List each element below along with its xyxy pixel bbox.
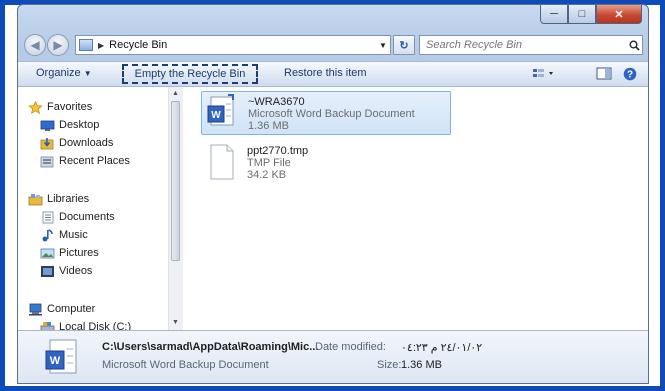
organize-button[interactable]: Organize ▼	[36, 67, 92, 79]
file-list: W ~WRA3670 Microsoft Word Backup Documen…	[183, 87, 648, 330]
search-icon[interactable]	[626, 40, 642, 51]
close-button[interactable]: ✕	[596, 5, 642, 24]
organize-label: Organize	[36, 67, 81, 79]
details-type: Microsoft Word Backup Document	[102, 359, 269, 371]
details-size-label: Size:	[377, 359, 402, 371]
caption-buttons: ─ □ ✕	[540, 5, 642, 24]
change-view-button[interactable]	[532, 67, 556, 84]
navigation-scrollbar[interactable]: ▲ ▼	[168, 87, 183, 330]
nav-music[interactable]: Music	[40, 227, 88, 243]
file-item-ppt2770[interactable]: ppt2770.tmp TMP File 34.2 KB	[201, 141, 451, 185]
star-icon	[28, 100, 43, 114]
libraries-icon	[28, 193, 43, 205]
nav-computer-label: Computer	[47, 303, 96, 315]
file-type: TMP File	[247, 157, 291, 169]
nav-computer[interactable]: Computer	[28, 301, 95, 317]
scrollbar-thumb[interactable]	[171, 101, 180, 261]
recent-places-icon	[40, 156, 54, 167]
nav-music-label: Music	[59, 229, 88, 241]
word-backup-file-icon: W	[207, 94, 234, 126]
scroll-down-icon[interactable]: ▼	[172, 319, 179, 326]
search-input[interactable]	[420, 38, 626, 52]
explorer-window: ─ □ ✕ ◀ ▶ ▶ Recycle Bin ▼ ↻ Organize ▼ E…	[17, 4, 649, 384]
nav-pictures-label: Pictures	[59, 247, 99, 259]
view-options-icon	[533, 69, 553, 77]
nav-desktop-label: Desktop	[59, 119, 100, 131]
maximize-icon: □	[578, 8, 586, 20]
address-row: ◀ ▶ ▶ Recycle Bin ▼ ↻	[18, 31, 648, 59]
nav-recent-places-label: Recent Places	[59, 155, 130, 167]
downloads-icon	[40, 137, 54, 149]
empty-recycle-bin-button[interactable]: Empty the Recycle Bin	[122, 64, 258, 84]
nav-videos-label: Videos	[59, 265, 93, 277]
documents-icon	[42, 211, 54, 223]
computer-icon	[29, 303, 42, 315]
pictures-icon	[40, 248, 55, 258]
minimize-button[interactable]: ─	[540, 5, 568, 24]
nav-desktop[interactable]: Desktop	[40, 117, 99, 133]
recycle-bin-small-icon	[79, 39, 93, 51]
preview-pane-button[interactable]	[596, 67, 612, 84]
forward-arrow-icon: ▶	[53, 38, 63, 52]
tmp-file-icon	[210, 144, 234, 180]
nav-favorites-label: Favorites	[47, 101, 93, 113]
file-type: Microsoft Word Backup Document	[248, 108, 415, 120]
nav-videos[interactable]: Videos	[40, 263, 92, 279]
svg-text:W: W	[50, 355, 61, 367]
forward-button[interactable]: ▶	[47, 34, 69, 56]
restore-item-button[interactable]: Restore this item	[284, 67, 367, 79]
address-bar[interactable]: ▶ Recycle Bin ▼	[75, 35, 391, 55]
chevron-down-icon: ▼	[83, 69, 92, 78]
nav-downloads[interactable]: Downloads	[40, 135, 113, 151]
file-item-wra3670[interactable]: W ~WRA3670 Microsoft Word Backup Documen…	[201, 91, 451, 135]
nav-documents-label: Documents	[59, 211, 115, 223]
details-file-icon: W	[45, 339, 77, 374]
details-path: C:\Users\sarmad\AppData\Roaming\Mic...	[102, 341, 319, 353]
back-button[interactable]: ◀	[24, 34, 46, 56]
navigation-pane: Favorites Desktop Downloads Recent Place…	[18, 87, 183, 333]
nav-libraries[interactable]: Libraries	[28, 191, 89, 207]
nav-favorites[interactable]: Favorites	[28, 99, 92, 115]
scroll-up-icon[interactable]: ▲	[172, 90, 179, 97]
breadcrumb-arrow-icon: ▶	[98, 40, 105, 50]
close-icon: ✕	[614, 8, 624, 21]
empty-recycle-bin-label: Empty the Recycle Bin	[134, 68, 246, 80]
help-button[interactable]: ?	[623, 67, 637, 84]
maximize-button[interactable]: □	[568, 5, 596, 24]
videos-icon	[41, 265, 54, 277]
minimize-icon: ─	[550, 8, 558, 20]
details-modified-label: Date modified:	[315, 341, 386, 353]
nav-pictures[interactable]: Pictures	[40, 245, 99, 261]
file-name: ppt2770.tmp	[247, 145, 309, 157]
command-bar: Organize ▼ Empty the Recycle Bin Restore…	[18, 61, 648, 87]
file-size: 1.36 MB	[248, 120, 289, 132]
back-arrow-icon: ◀	[30, 38, 40, 52]
refresh-button[interactable]: ↻	[393, 35, 415, 55]
details-modified-value: ٢٤/٠١/٠٢ م ٠٤:٢٣	[401, 342, 483, 354]
search-box[interactable]	[419, 35, 643, 55]
desktop-icon	[40, 120, 55, 131]
file-size: 34.2 KB	[247, 169, 287, 181]
music-icon	[42, 228, 53, 241]
nav-recent-places[interactable]: Recent Places	[40, 153, 130, 169]
details-size-value: 1.36 MB	[401, 359, 442, 371]
preview-pane-icon	[596, 67, 612, 80]
svg-text:?: ?	[627, 70, 633, 81]
help-icon: ?	[623, 67, 637, 81]
content-area: Favorites Desktop Downloads Recent Place…	[18, 87, 648, 333]
details-pane: W C:\Users\sarmad\AppData\Roaming\Mic...…	[18, 330, 648, 383]
svg-text:W: W	[211, 110, 221, 121]
nav-documents[interactable]: Documents	[40, 209, 115, 225]
address-dropdown-icon[interactable]: ▼	[376, 41, 390, 50]
address-path[interactable]: Recycle Bin	[109, 39, 376, 51]
nav-downloads-label: Downloads	[59, 137, 114, 149]
refresh-icon: ↻	[399, 39, 409, 52]
file-name: ~WRA3670	[248, 96, 305, 108]
nav-libraries-label: Libraries	[47, 193, 90, 205]
